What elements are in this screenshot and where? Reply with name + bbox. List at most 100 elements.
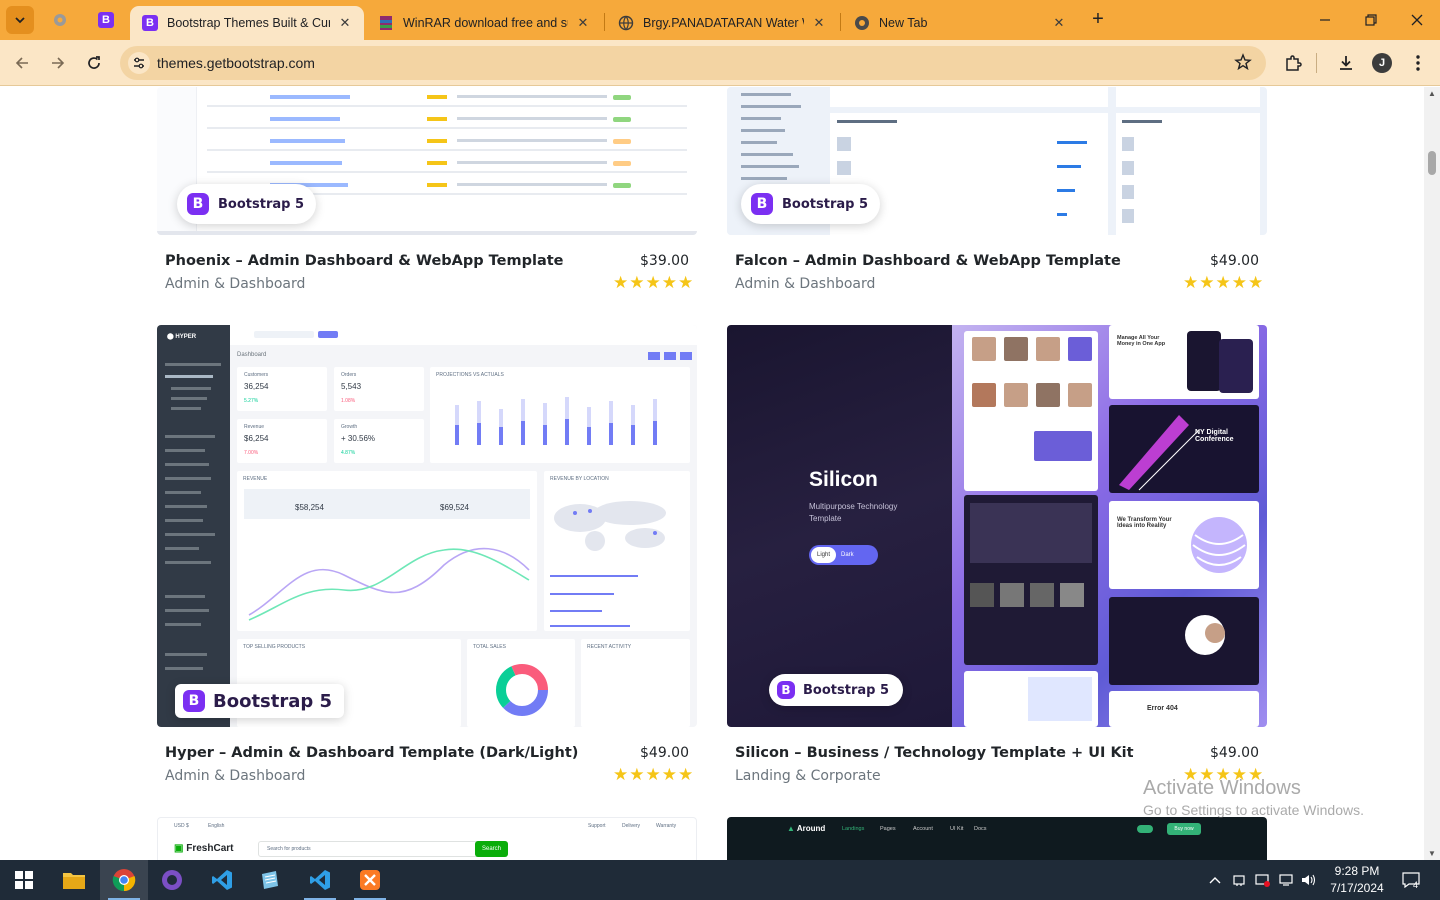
tray-device-icon[interactable] [1228,860,1250,900]
taskbar-vscode-2[interactable] [296,860,344,900]
warranty-link: Warranty [656,823,677,829]
activate-windows-subtitle: Go to Settings to activate Windows. [1143,802,1364,818]
scrollbar-thumb[interactable] [1428,151,1436,175]
site-info-button[interactable] [128,52,150,74]
extensions-button[interactable] [1279,49,1307,77]
windows-taskbar: 9:28 PM 7/17/2024 4 [0,860,1440,900]
scroll-down-icon[interactable]: ▼ [1428,849,1436,858]
badge-label: Bootstrap 5 [213,690,333,712]
chevron-up-icon [1209,877,1221,884]
taskbar-clock[interactable]: 9:28 PM 7/17/2024 [1318,863,1396,897]
tab-bootstrap-themes[interactable]: B Bootstrap Themes Built & Curat ✕ [130,6,364,40]
url-text[interactable]: themes.getbootstrap.com [157,55,315,71]
close-tab-icon[interactable]: ✕ [574,14,592,32]
tray-network-warning[interactable] [1252,860,1274,900]
scroll-up-icon[interactable]: ▲ [1428,89,1436,98]
taskbar-github-desktop[interactable] [148,860,196,900]
stat-value: 5,543 [341,382,362,391]
language-label: English [208,823,225,829]
pinned-tab-1[interactable] [47,8,73,32]
freshcart-brand: FreshCart [186,843,234,854]
puzzle-icon [1286,55,1302,71]
usb-device-icon [1233,875,1245,886]
taskbar-xampp[interactable] [346,860,394,900]
close-tab-icon[interactable]: ✕ [1050,14,1068,32]
taskbar-chrome[interactable] [100,860,148,900]
clock-date: 7/17/2024 [1330,881,1384,895]
browser-menu-button[interactable] [1404,49,1432,77]
ethernet-icon [1279,874,1293,886]
total-sales-title: TOTAL SALES [473,644,506,650]
silicon-manage-text: Manage All Your Money in One App [1117,335,1166,347]
tray-network[interactable] [1276,860,1298,900]
product-title-phoenix[interactable]: Phoenix – Admin Dashboard & WebApp Templ… [165,253,564,269]
falcon-thumbnail[interactable]: B Bootstrap 5 [727,87,1267,235]
reload-button[interactable] [80,49,108,77]
around-buy-button: Buy now [1167,823,1201,835]
taskbar-vscode[interactable] [198,860,246,900]
arrow-left-icon [15,57,28,69]
product-category[interactable]: Admin & Dashboard [165,768,305,784]
around-thumbnail[interactable]: ▲ Around Landings Pages Account UI Kit D… [727,817,1267,860]
tab-title: Brgy.PANADATARAN Water Wo [643,16,804,30]
tune-icon [134,57,144,69]
product-title-falcon[interactable]: Falcon – Admin Dashboard & WebApp Templa… [735,253,1121,269]
hyper-thumbnail[interactable]: ⬤ HYPER Dashboard Customers 36,254 5.27%… [157,325,697,727]
product-title-hyper[interactable]: Hyper – Admin & Dashboard Template (Dark… [165,745,578,761]
silicon-thumbnail[interactable]: Silicon Multipurpose Technology Template… [727,325,1267,727]
around-logo: ▲ Around [787,824,826,833]
product-title-silicon[interactable]: Silicon – Business / Technology Template… [735,745,1134,761]
bookmark-button[interactable] [1234,53,1252,76]
tab-title: Bootstrap Themes Built & Curat [167,16,330,30]
freshcart-thumbnail[interactable]: USD $ English Support Delivery Warranty … [157,817,697,860]
tray-volume[interactable] [1298,860,1320,900]
address-bar[interactable]: themes.getbootstrap.com [120,46,1266,80]
around-menu-2: Account [913,826,933,832]
product-category[interactable]: Landing & Corporate [735,768,881,784]
tab-title: New Tab [879,16,928,30]
github-icon [162,870,182,890]
stat-label: Customers [244,372,269,378]
folder-icon [63,873,85,889]
silicon-conference-text: NY Digital Conference [1195,429,1234,443]
back-button[interactable] [8,49,36,77]
profile-avatar[interactable]: J [1372,53,1392,73]
new-tab-button[interactable]: + [1086,8,1110,32]
toggle-light: Light [811,547,837,563]
badge-label: Bootstrap 5 [782,196,868,212]
tab-search-button[interactable] [6,6,34,34]
close-tab-icon[interactable]: ✕ [336,14,354,32]
phoenix-thumbnail[interactable]: B Bootstrap 5 [157,87,697,235]
notification-count: 4 [1413,880,1419,890]
product-category[interactable]: Admin & Dashboard [735,276,875,292]
start-button[interactable] [0,860,48,900]
close-tab-icon[interactable]: ✕ [810,14,828,32]
product-price: $39.00 [640,253,689,269]
restore-button[interactable] [1348,0,1394,40]
product-price: $49.00 [1210,253,1259,269]
chart-title: PROJECTIONS VS ACTUALS [436,372,504,378]
tab-winrar[interactable]: WinRAR download free and sup ✕ [366,6,602,40]
reload-icon [88,56,100,69]
close-window-button[interactable] [1394,0,1440,40]
windows-logo-icon [15,871,33,889]
action-center-button[interactable]: 4 [1398,860,1424,900]
vertical-scrollbar[interactable]: ▲ ▼ [1424,87,1440,860]
close-icon [1411,14,1423,26]
tab-new-tab[interactable]: New Tab ✕ [842,6,1078,40]
pinned-tab-bootstrap[interactable]: B [93,8,119,32]
show-hidden-icons[interactable] [1204,860,1226,900]
browser-toolbar: themes.getbootstrap.com J [0,40,1440,86]
minimize-icon [1320,19,1330,21]
silicon-hero: Silicon Multipurpose Technology Template… [727,325,952,727]
stat-label: Orders [341,372,357,378]
tab-water-works[interactable]: Brgy.PANADATARAN Water Wo ✕ [606,6,838,40]
stat-label: Revenue [244,424,265,430]
product-category[interactable]: Admin & Dashboard [165,276,305,292]
taskbar-notepad[interactable] [246,860,294,900]
taskbar-file-explorer[interactable] [50,860,98,900]
forward-button[interactable] [44,49,72,77]
downloads-button[interactable] [1332,49,1360,77]
rating-stars: ★★★★★ [613,273,695,292]
minimize-button[interactable] [1302,0,1348,40]
